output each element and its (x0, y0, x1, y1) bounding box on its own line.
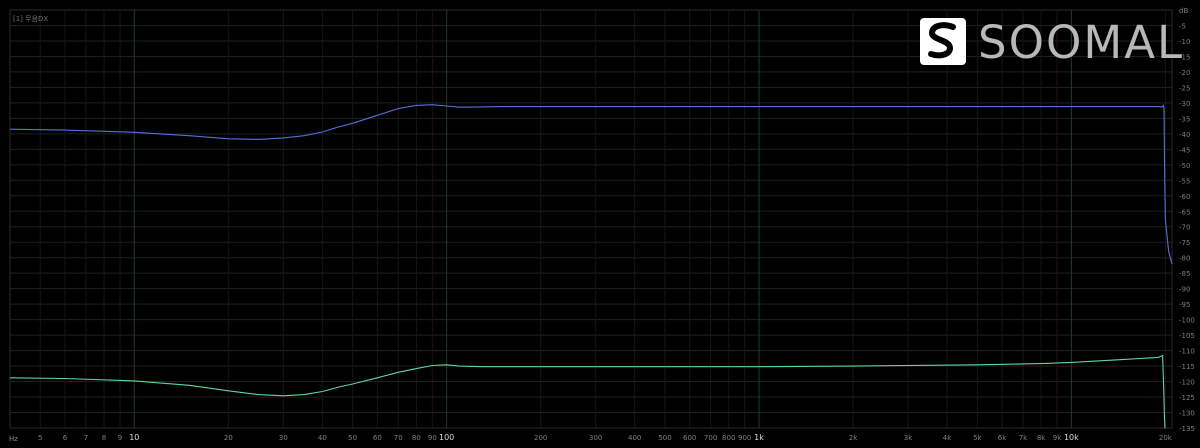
y-tick-label: -120 (1179, 379, 1195, 387)
y-tick-label: -130 (1179, 410, 1195, 418)
y-tick-label: -20 (1179, 69, 1190, 77)
x-tick-label: 50 (348, 434, 357, 442)
y-tick-label: -55 (1179, 177, 1190, 185)
x-tick-label: 5k (973, 434, 982, 442)
y-tick-label: -75 (1179, 239, 1190, 247)
x-tick-label: 3k (904, 434, 913, 442)
x-tick-label: 800 (722, 434, 735, 442)
x-tick-label: 400 (628, 434, 641, 442)
y-tick-label: -100 (1179, 317, 1195, 325)
y-tick-label: -25 (1179, 84, 1190, 92)
x-tick-label: 5 (38, 434, 42, 442)
x-tick-label: 6 (63, 434, 68, 442)
x-tick-label: 4k (943, 434, 952, 442)
y-tick-label: -135 (1179, 425, 1195, 433)
y-tick-label: -50 (1179, 162, 1190, 170)
y-tick-label: -85 (1179, 270, 1190, 278)
y-tick-label: -35 (1179, 115, 1190, 123)
y-tick-label: -60 (1179, 193, 1190, 201)
y-tick-label: -30 (1179, 100, 1190, 108)
x-tick-label: 300 (589, 434, 602, 442)
y-tick-label: -110 (1179, 348, 1195, 356)
y-tick-label: -40 (1179, 131, 1190, 139)
x-tick-label: 700 (704, 434, 717, 442)
x-tick-label: 500 (658, 434, 671, 442)
x-tick-label: 200 (534, 434, 547, 442)
y-tick-label: -70 (1179, 224, 1190, 232)
y-tick-label: -95 (1179, 301, 1190, 309)
x-tick-label: 8 (102, 434, 106, 442)
x-tick-label: 100 (439, 433, 454, 442)
y-tick-label: -90 (1179, 286, 1190, 294)
x-tick-label: 10 (129, 433, 139, 442)
x-tick-label: 900 (738, 434, 751, 442)
y-tick-label: -80 (1179, 255, 1190, 263)
y-tick-label: -125 (1179, 394, 1195, 402)
x-tick-label: 90 (428, 434, 437, 442)
x-tick-label: 7k (1019, 434, 1028, 442)
x-tick-label: 8k (1037, 434, 1046, 442)
soomal-logo-text: SOOMAL (978, 16, 1185, 69)
chart-corner-label: [1] 무음DX (13, 15, 48, 23)
x-tick-label: 80 (412, 434, 421, 442)
x-tick-label: 40 (318, 434, 327, 442)
x-tick-label: 1k (754, 433, 764, 442)
x-tick-label: 600 (683, 434, 696, 442)
y-tick-label: -115 (1179, 363, 1195, 371)
x-tick-label: 10k (1064, 433, 1079, 442)
x-tick-label: 60 (373, 434, 382, 442)
x-tick-label: 6k (998, 434, 1007, 442)
y-tick-label: dB (1179, 7, 1188, 15)
x-tick-label: 9k (1053, 434, 1062, 442)
x-tick-label: 70 (394, 434, 403, 442)
x-tick-label: 2k (849, 434, 858, 442)
x-tick-label: 20k (1159, 434, 1173, 442)
x-tick-label: 20 (224, 434, 233, 442)
x-tick-label: 30 (279, 434, 288, 442)
x-axis-unit-label: Hz (9, 435, 18, 443)
y-tick-label: -65 (1179, 208, 1190, 216)
y-tick-label: -45 (1179, 146, 1190, 154)
x-tick-label: 7 (84, 434, 88, 442)
soomal-logo-mark (920, 18, 966, 65)
y-tick-label: -105 (1179, 332, 1195, 340)
x-tick-label: 9 (118, 434, 122, 442)
